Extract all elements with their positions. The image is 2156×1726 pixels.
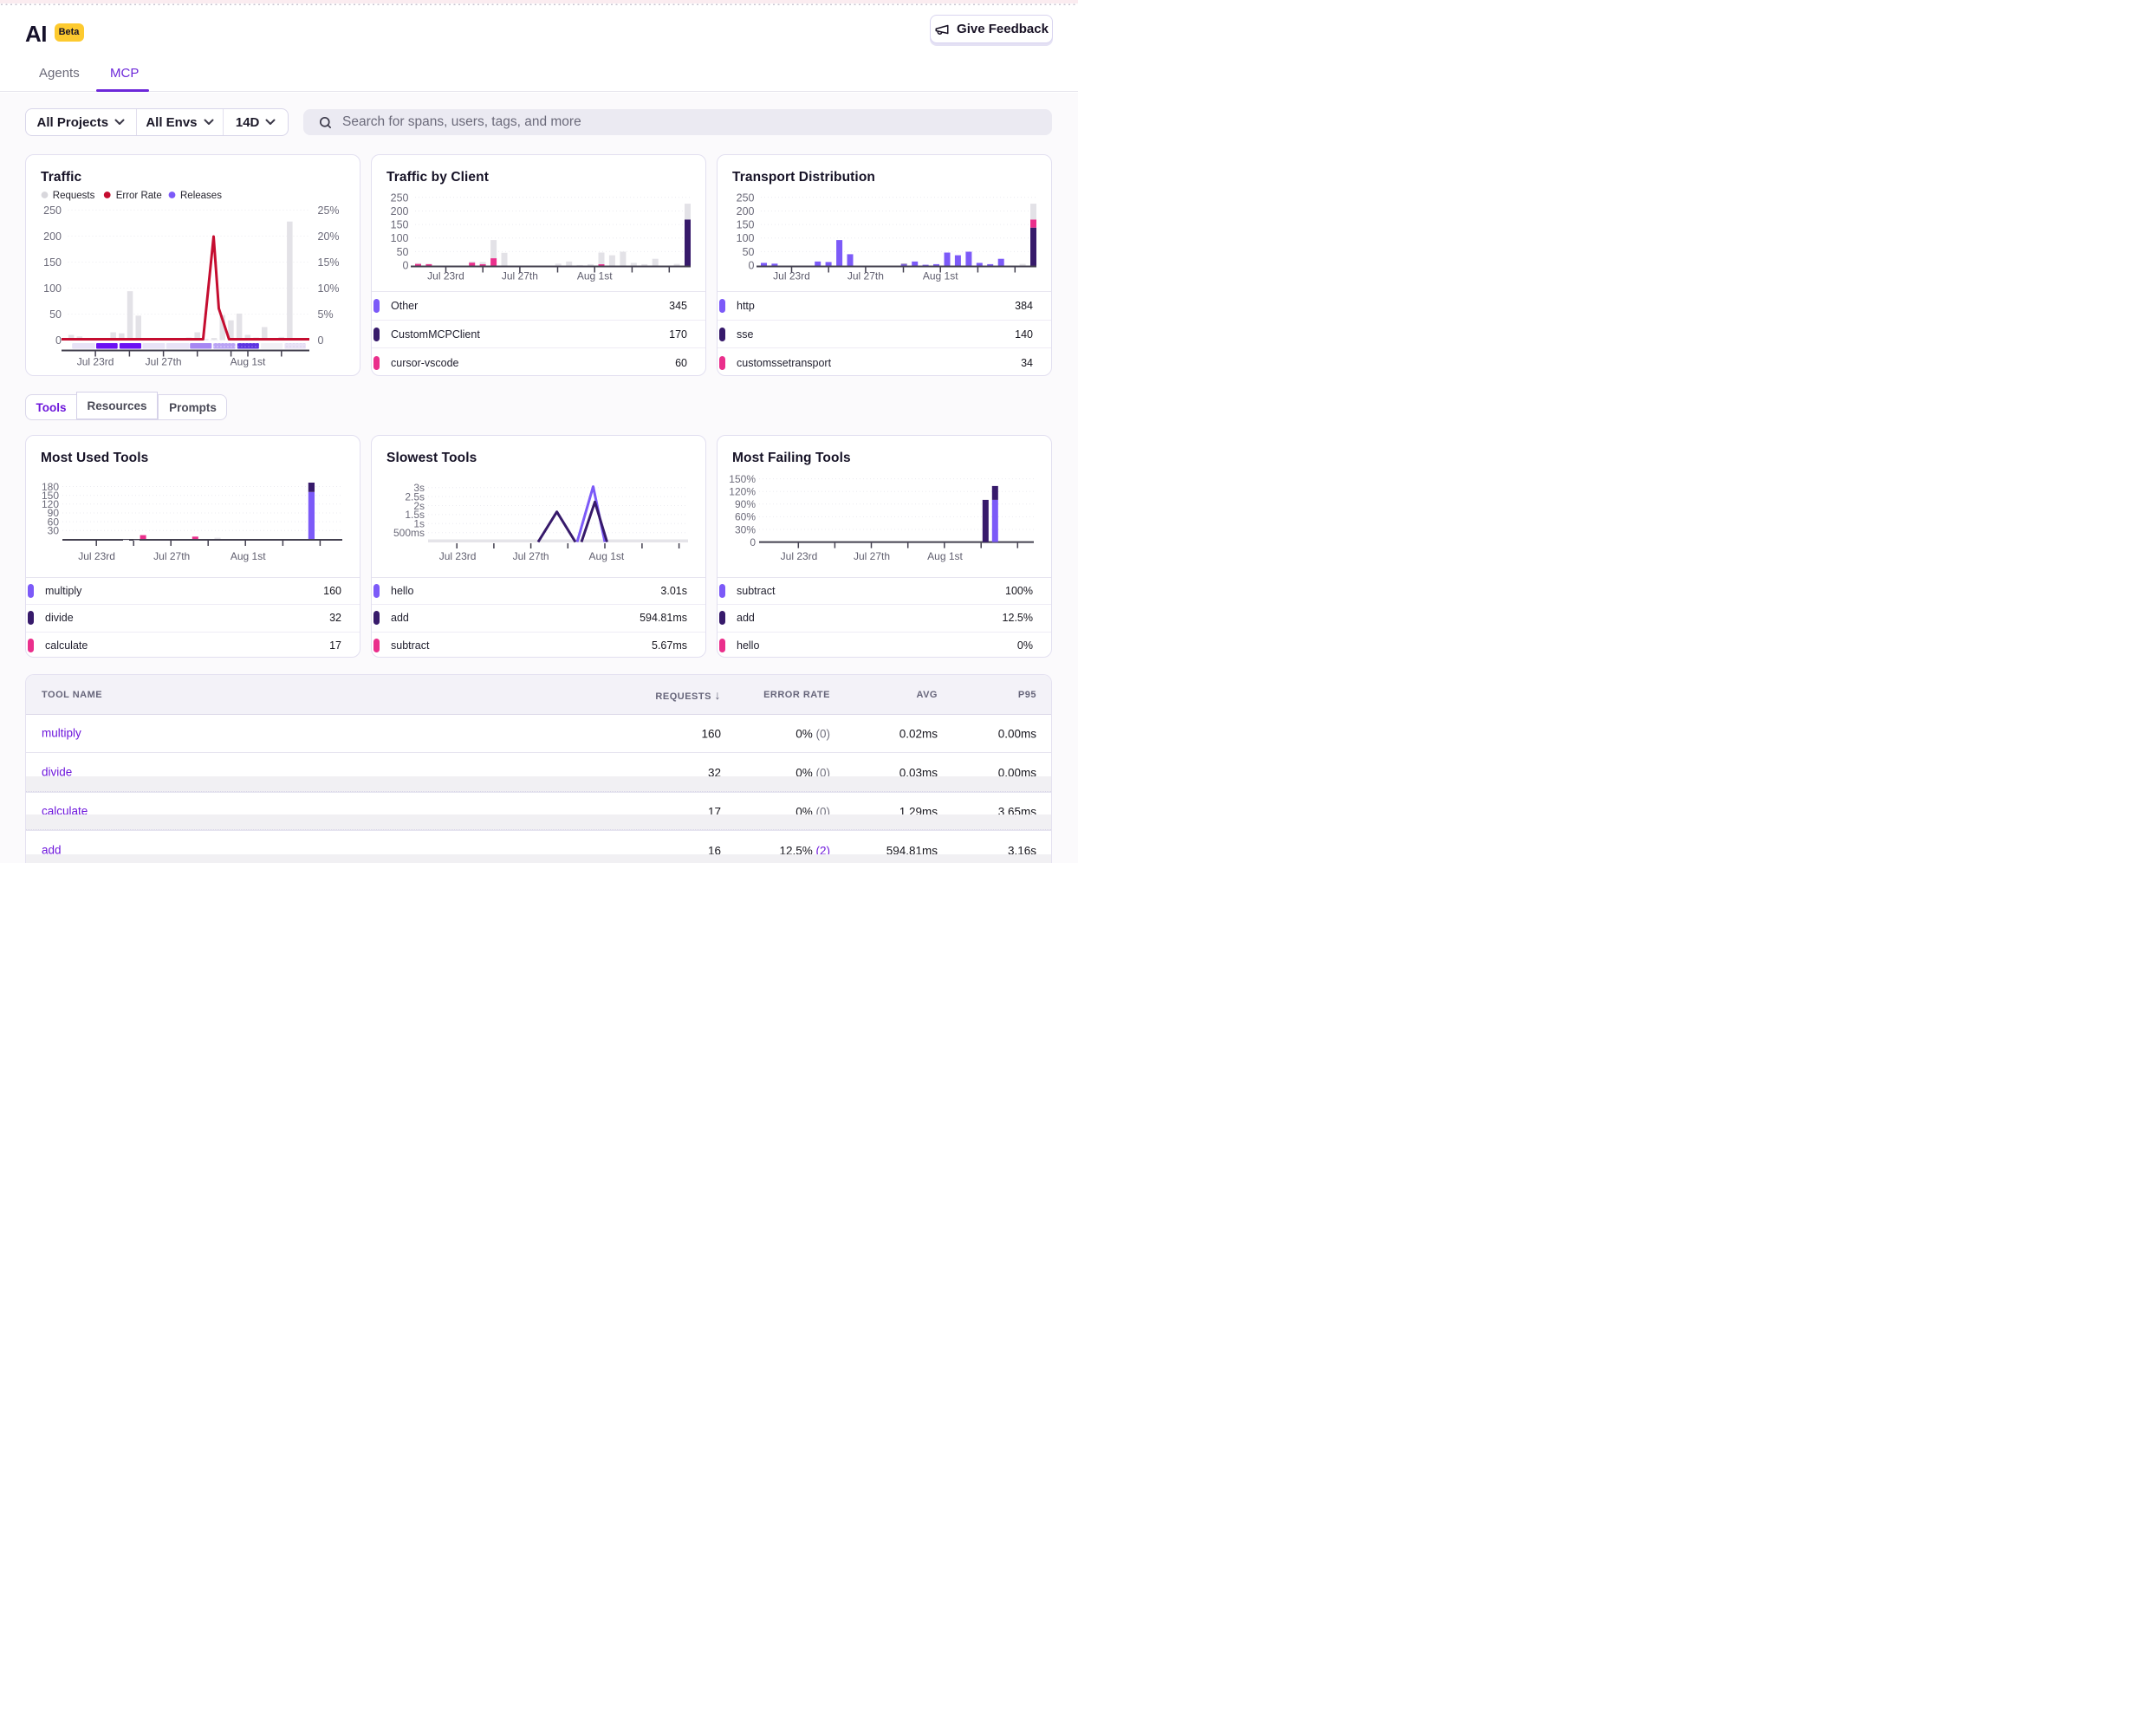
svg-text:Aug 1st: Aug 1st	[923, 270, 958, 282]
svg-text:Jul 27th: Jul 27th	[854, 550, 890, 562]
svg-text:100: 100	[391, 232, 409, 244]
svg-text:Aug 1st: Aug 1st	[589, 550, 625, 562]
svg-text:150: 150	[391, 219, 409, 231]
svg-text:Jul 27th: Jul 27th	[502, 270, 538, 282]
svg-text:500ms: 500ms	[393, 527, 425, 539]
svg-text:Requests: Requests	[53, 191, 95, 201]
svg-text:0: 0	[750, 536, 756, 548]
svg-text:250: 250	[43, 204, 62, 217]
svg-text:Releases: Releases	[180, 191, 222, 201]
svg-text:Jul 23rd: Jul 23rd	[773, 270, 810, 282]
svg-text:Aug 1st: Aug 1st	[231, 550, 266, 562]
svg-text:15%: 15%	[318, 256, 340, 269]
svg-text:200: 200	[43, 230, 62, 243]
svg-text:100: 100	[43, 282, 62, 295]
svg-text:0: 0	[403, 260, 409, 272]
svg-text:60%: 60%	[735, 511, 756, 523]
svg-text:90%: 90%	[735, 498, 756, 510]
svg-text:Jul 27th: Jul 27th	[513, 550, 549, 562]
svg-text:Jul 23rd: Jul 23rd	[78, 550, 115, 562]
svg-text:Aug 1st: Aug 1st	[927, 550, 963, 562]
svg-text:50: 50	[397, 246, 409, 258]
svg-text:250: 250	[391, 191, 409, 204]
svg-text:150: 150	[43, 256, 62, 269]
svg-text:10%: 10%	[318, 282, 340, 295]
svg-text:Jul 27th: Jul 27th	[847, 270, 884, 282]
svg-text:30: 30	[48, 525, 60, 537]
svg-text:30%: 30%	[735, 523, 756, 535]
svg-text:Jul 23rd: Jul 23rd	[439, 550, 477, 562]
svg-text:Aug 1st: Aug 1st	[577, 270, 613, 282]
svg-text:50: 50	[743, 246, 755, 258]
svg-text:0: 0	[55, 334, 62, 347]
svg-text:0: 0	[318, 334, 324, 347]
svg-text:0: 0	[749, 260, 755, 272]
svg-text:150%: 150%	[729, 473, 756, 485]
svg-text:Jul 27th: Jul 27th	[153, 550, 190, 562]
svg-text:120%: 120%	[729, 486, 756, 498]
svg-text:200: 200	[391, 205, 409, 217]
svg-text:Jul 23rd: Jul 23rd	[781, 550, 818, 562]
svg-text:Aug 1st: Aug 1st	[231, 356, 266, 368]
svg-text:Error Rate: Error Rate	[116, 191, 162, 201]
svg-text:Jul 23rd: Jul 23rd	[427, 270, 464, 282]
svg-text:20%: 20%	[318, 230, 340, 243]
svg-text:5%: 5%	[318, 308, 334, 321]
svg-text:50: 50	[49, 308, 62, 321]
svg-text:200: 200	[737, 205, 755, 217]
svg-text:100: 100	[737, 232, 755, 244]
svg-text:150: 150	[737, 219, 755, 231]
svg-text:Jul 27th: Jul 27th	[146, 356, 182, 368]
svg-text:250: 250	[737, 191, 755, 204]
svg-text:Jul 23rd: Jul 23rd	[77, 356, 114, 368]
svg-text:25%: 25%	[318, 204, 340, 217]
